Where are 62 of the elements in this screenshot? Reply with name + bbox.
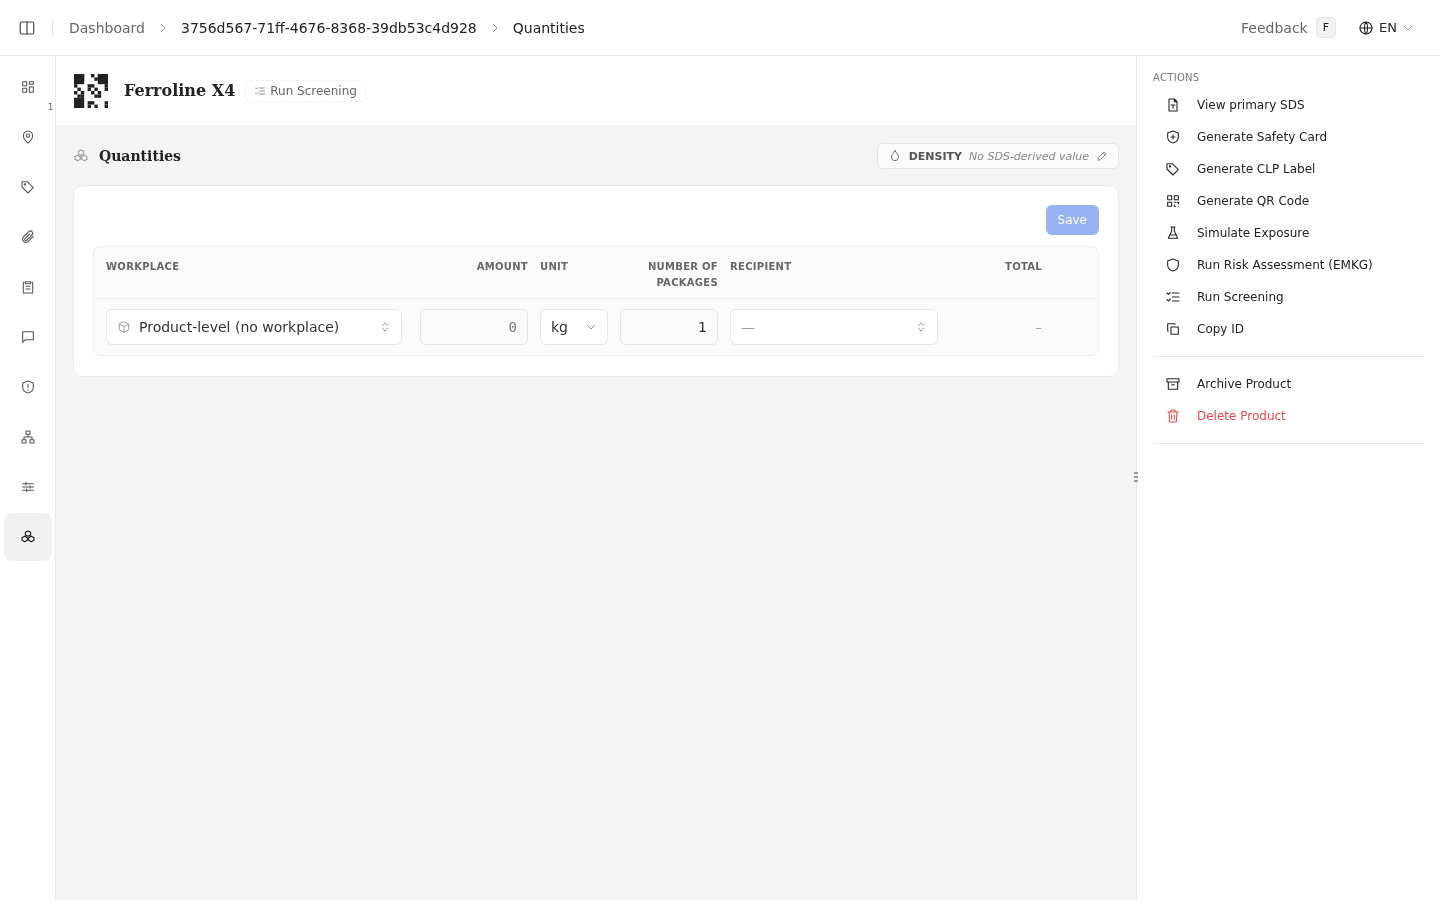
action-item[interactable]: Generate QR Code [1153, 185, 1424, 217]
breadcrumb[interactable]: Dashboard [69, 19, 145, 36]
up-down-chevron-icon [379, 321, 391, 333]
action-item[interactable]: Archive Product [1153, 368, 1424, 400]
checklist-icon [254, 84, 267, 97]
checklist-icon [1165, 289, 1181, 305]
hierarchy-icon [19, 429, 36, 445]
workplace-select[interactable]: Product-level (no workplace) [106, 309, 402, 345]
file-icon [1165, 97, 1181, 113]
total-value: – [1034, 319, 1042, 335]
action-item[interactable]: Delete Product [1153, 400, 1424, 432]
action-item[interactable]: Copy ID [1153, 313, 1424, 345]
nav-button[interactable] [3, 513, 52, 561]
column-header: WORKPLACE [106, 260, 181, 274]
column-header: UNIT [540, 260, 570, 274]
actions-heading: ACTIONS [1153, 72, 1201, 83]
box-icon [117, 320, 131, 334]
product-name: Ferroline X4 [124, 81, 236, 100]
qr-code-icon [1165, 193, 1181, 209]
count-label: 1 [47, 102, 54, 112]
breadcrumb[interactable]: 3756d567-71ff-4676-8368-39db53c4d928 [180, 19, 477, 36]
cubes-icon [19, 529, 36, 545]
section-title: Quantities [99, 148, 182, 164]
column-header: NUMBER OF PACKAGES [646, 260, 718, 290]
tag-icon [19, 179, 36, 195]
shield-plus-icon [1165, 129, 1181, 145]
trash-icon [1165, 408, 1181, 424]
column-header: TOTAL [1004, 260, 1042, 274]
copy-icon [1165, 321, 1181, 337]
run-screening-button[interactable]: Run Screening [245, 79, 366, 102]
action-item[interactable]: View primary SDS [1153, 89, 1424, 121]
amount-input[interactable]: 0 [420, 309, 528, 345]
action-item[interactable]: Simulate Exposure [1153, 217, 1424, 249]
packages-input[interactable]: 1 [620, 309, 718, 345]
shield-icon [1165, 257, 1181, 273]
flask-icon [1165, 225, 1181, 241]
sidebar-toggle-icon[interactable] [18, 18, 36, 37]
chat-bubble-icon [19, 329, 36, 345]
shortcut-key: F [1315, 17, 1337, 38]
cubes-icon [73, 148, 89, 164]
action-item[interactable]: Run Risk Assessment (EMKG) [1153, 249, 1424, 281]
column-header: AMOUNT [475, 260, 528, 274]
grid-icon [19, 79, 36, 95]
up-down-chevron-icon [915, 321, 927, 333]
action-item[interactable]: Run Screening [1153, 281, 1424, 313]
tag-icon [1165, 161, 1181, 177]
archive-icon [1165, 376, 1181, 392]
language-button[interactable]: EN [1358, 19, 1414, 36]
feedback-link[interactable]: Feedback [1241, 19, 1308, 36]
sliders-icon [19, 479, 36, 495]
column-header: RECIPIENT [730, 260, 793, 274]
density-button[interactable]: DENSITY No SDS-derived value [876, 143, 1119, 169]
action-item[interactable]: Generate Safety Card [1153, 121, 1424, 153]
grip-handle[interactable] [1134, 472, 1138, 482]
action-item[interactable]: Generate CLP Label [1153, 153, 1424, 185]
pencil-icon [1096, 150, 1108, 162]
breadcrumb[interactable]: Quantities [512, 19, 585, 36]
globe-icon [1358, 19, 1375, 36]
qr-code-icon [74, 73, 108, 108]
paperclip-icon [19, 229, 36, 245]
unit-select[interactable]: kg [540, 309, 608, 345]
shield-alert-icon [19, 379, 36, 395]
